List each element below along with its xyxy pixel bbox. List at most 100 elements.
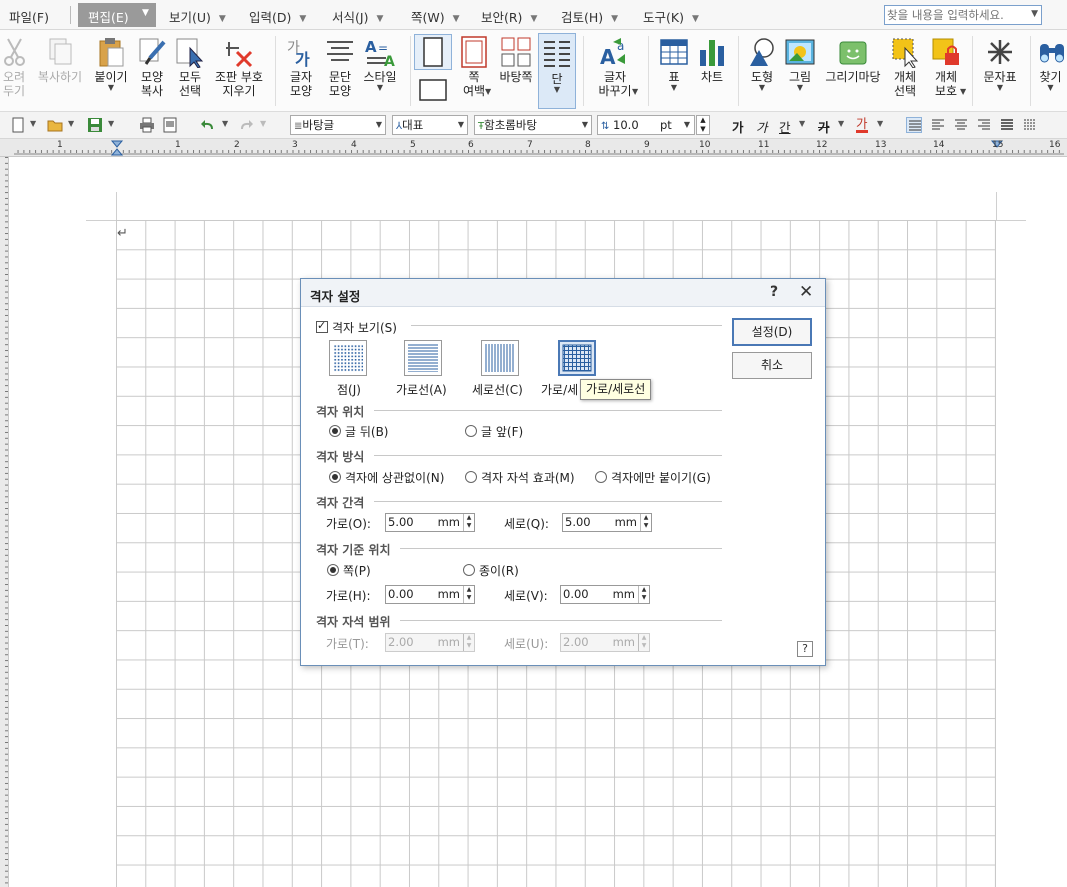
- dialog-titlebar[interactable]: 격자 설정 ? ✕: [301, 279, 825, 307]
- font-size-spinner[interactable]: ▲ ▼: [696, 115, 710, 135]
- svg-text:A: A: [600, 45, 616, 68]
- help-button[interactable]: ?: [770, 284, 778, 300]
- chevron-down-icon[interactable]: ▼: [799, 119, 805, 128]
- spinner-arrows-icon[interactable]: ▲ ▼: [640, 514, 651, 531]
- distribute-icon[interactable]: [999, 117, 1015, 133]
- find-button[interactable]: 찾기 ▼: [1034, 32, 1067, 92]
- background-button[interactable]: 바탕쪽: [496, 32, 536, 84]
- menu-format[interactable]: 서식(J) ▼: [332, 7, 383, 26]
- page-margin-button[interactable]: 쪽 여백 ▼: [455, 32, 493, 98]
- object-protect-button[interactable]: 개체 보호 ▼: [926, 32, 966, 98]
- chevron-down-icon[interactable]: ▼: [108, 119, 114, 128]
- divider: [374, 455, 722, 456]
- copy-button[interactable]: 복사하기: [34, 32, 86, 84]
- format-copy-button[interactable]: 모양 복사: [134, 32, 170, 98]
- spinner-arrows-icon[interactable]: ▲ ▼: [463, 514, 474, 531]
- open-folder-icon[interactable]: [47, 117, 63, 133]
- chevron-down-icon[interactable]: ▼: [260, 119, 266, 128]
- origin-page-radio[interactable]: [327, 564, 339, 576]
- spacing-v-field[interactable]: 5.00 mm ▲ ▼: [562, 513, 652, 532]
- origin-paper-radio[interactable]: [463, 564, 475, 576]
- cut-button[interactable]: 오려 두기: [0, 32, 28, 98]
- chevron-down-icon[interactable]: ▼: [838, 119, 844, 128]
- method-ignore-radio[interactable]: [329, 471, 341, 483]
- font-combo[interactable]: Ŧ함초롬바탕 ▼: [474, 115, 592, 135]
- chevron-down-icon[interactable]: ▼: [30, 119, 36, 128]
- cancel-button[interactable]: 취소: [732, 352, 812, 379]
- align-right-icon[interactable]: [976, 117, 992, 133]
- origin-h-field[interactable]: 0.00 mm ▲ ▼: [385, 585, 475, 604]
- clear-marks-button[interactable]: 조판 부호 지우기: [210, 32, 268, 98]
- underline-button[interactable]: 간: [779, 117, 791, 136]
- char-map-button[interactable]: 문자표 ▼: [978, 32, 1022, 92]
- method-magnet-radio[interactable]: [465, 471, 477, 483]
- new-document-icon[interactable]: [10, 117, 26, 133]
- save-icon[interactable]: [87, 117, 103, 133]
- style-combo[interactable]: ≣바탕글 ▼: [290, 115, 386, 135]
- menu-page[interactable]: 쪽(W) ▼: [411, 7, 460, 26]
- column-button[interactable]: 단 ▼: [538, 33, 576, 109]
- menu-file[interactable]: 파일(F): [9, 7, 49, 26]
- origin-v-field[interactable]: 0.00 mm ▲ ▼: [560, 585, 650, 604]
- menu-tools[interactable]: 도구(K) ▼: [643, 7, 699, 26]
- style-button[interactable]: A = A 스타일 ▼: [360, 32, 400, 92]
- position-front-radio[interactable]: [465, 425, 477, 437]
- select-all-button[interactable]: 모두 선택: [173, 32, 207, 98]
- object-select-button[interactable]: 개체 선택: [886, 32, 924, 98]
- menu-security[interactable]: 보안(R) ▼: [481, 7, 537, 26]
- method-ignore-label: 격자에 상관없이(N): [345, 471, 445, 485]
- grid-settings-dialog: 격자 설정 ? ✕ 격자 보기(S) 점(J) 가로선(A) 세로선(C) 가로…: [300, 278, 826, 666]
- close-button[interactable]: ✕: [799, 282, 813, 302]
- vertical-ruler[interactable]: [0, 157, 9, 887]
- picture-button[interactable]: 그림 ▼: [782, 32, 818, 92]
- portrait-button[interactable]: [414, 34, 452, 70]
- spinner-arrows-icon[interactable]: ▲ ▼: [638, 586, 649, 603]
- chevron-down-icon[interactable]: ▼: [1031, 9, 1038, 19]
- method-snap-radio[interactable]: [595, 471, 607, 483]
- grid-dot-option[interactable]: [329, 340, 367, 376]
- undo-icon[interactable]: [200, 117, 216, 133]
- grid-horizontal-option[interactable]: [404, 340, 442, 376]
- italic-button[interactable]: 가: [756, 117, 768, 136]
- replace-char-button[interactable]: Aa 글자 바꾸기 ▼: [592, 32, 638, 98]
- bold-button[interactable]: 가: [732, 117, 744, 136]
- chevron-down-icon[interactable]: ▼: [877, 119, 883, 128]
- grid-both-option[interactable]: [558, 340, 596, 376]
- search-input[interactable]: [887, 7, 1023, 23]
- menu-view[interactable]: 보기(U) ▼: [169, 7, 226, 26]
- show-grid-checkbox[interactable]: [316, 319, 328, 333]
- strikethrough-button[interactable]: 가: [818, 117, 830, 136]
- drawing-button[interactable]: 그리기마당: [822, 32, 884, 84]
- search-field[interactable]: ▼: [884, 5, 1042, 25]
- redo-icon[interactable]: [238, 117, 254, 133]
- align-left-icon[interactable]: [930, 117, 946, 133]
- position-behind-radio[interactable]: [329, 425, 341, 437]
- chevron-down-icon[interactable]: ▼: [222, 119, 228, 128]
- landscape-button[interactable]: [414, 74, 452, 108]
- char-shape-button[interactable]: 가가 글자 모양: [283, 32, 319, 98]
- chevron-down-icon[interactable]: ▼: [68, 119, 74, 128]
- print-icon[interactable]: [139, 117, 155, 133]
- menu-review[interactable]: 검토(H) ▼: [561, 7, 618, 26]
- font-size-combo[interactable]: ⇅ 10.0 pt ▼: [597, 115, 695, 135]
- print-preview-icon[interactable]: [162, 117, 178, 133]
- menu-insert[interactable]: 입력(D) ▼: [249, 7, 306, 26]
- justify-icon[interactable]: [906, 117, 922, 133]
- language-combo[interactable]: ⅄대표 ▼: [392, 115, 468, 135]
- horizontal-ruler[interactable]: 1 1 2 3 4 5 6 7 8 9 10 11 12 13 14 15 16: [0, 139, 1067, 157]
- paste-button[interactable]: 붙이기 ▼: [91, 32, 131, 92]
- spacing-h-field[interactable]: 5.00 mm ▲ ▼: [385, 513, 475, 532]
- ok-button[interactable]: 설정(D): [732, 318, 812, 346]
- text-color-button[interactable]: 가: [856, 117, 868, 133]
- horizontal-lines-icon: [408, 344, 438, 372]
- shape-button[interactable]: 도형 ▼: [744, 32, 780, 92]
- help-icon[interactable]: ?: [797, 641, 813, 657]
- divide-icon[interactable]: [1022, 117, 1038, 133]
- spinner-arrows-icon[interactable]: ▲ ▼: [463, 586, 474, 603]
- grid-vertical-option[interactable]: [481, 340, 519, 376]
- table-button[interactable]: 표 ▼: [656, 32, 692, 92]
- para-shape-button[interactable]: 문단 모양: [322, 32, 358, 98]
- menu-edit[interactable]: 편집(E) ▼: [78, 3, 156, 27]
- chart-button[interactable]: 차트: [694, 32, 730, 84]
- align-center-icon[interactable]: [953, 117, 969, 133]
